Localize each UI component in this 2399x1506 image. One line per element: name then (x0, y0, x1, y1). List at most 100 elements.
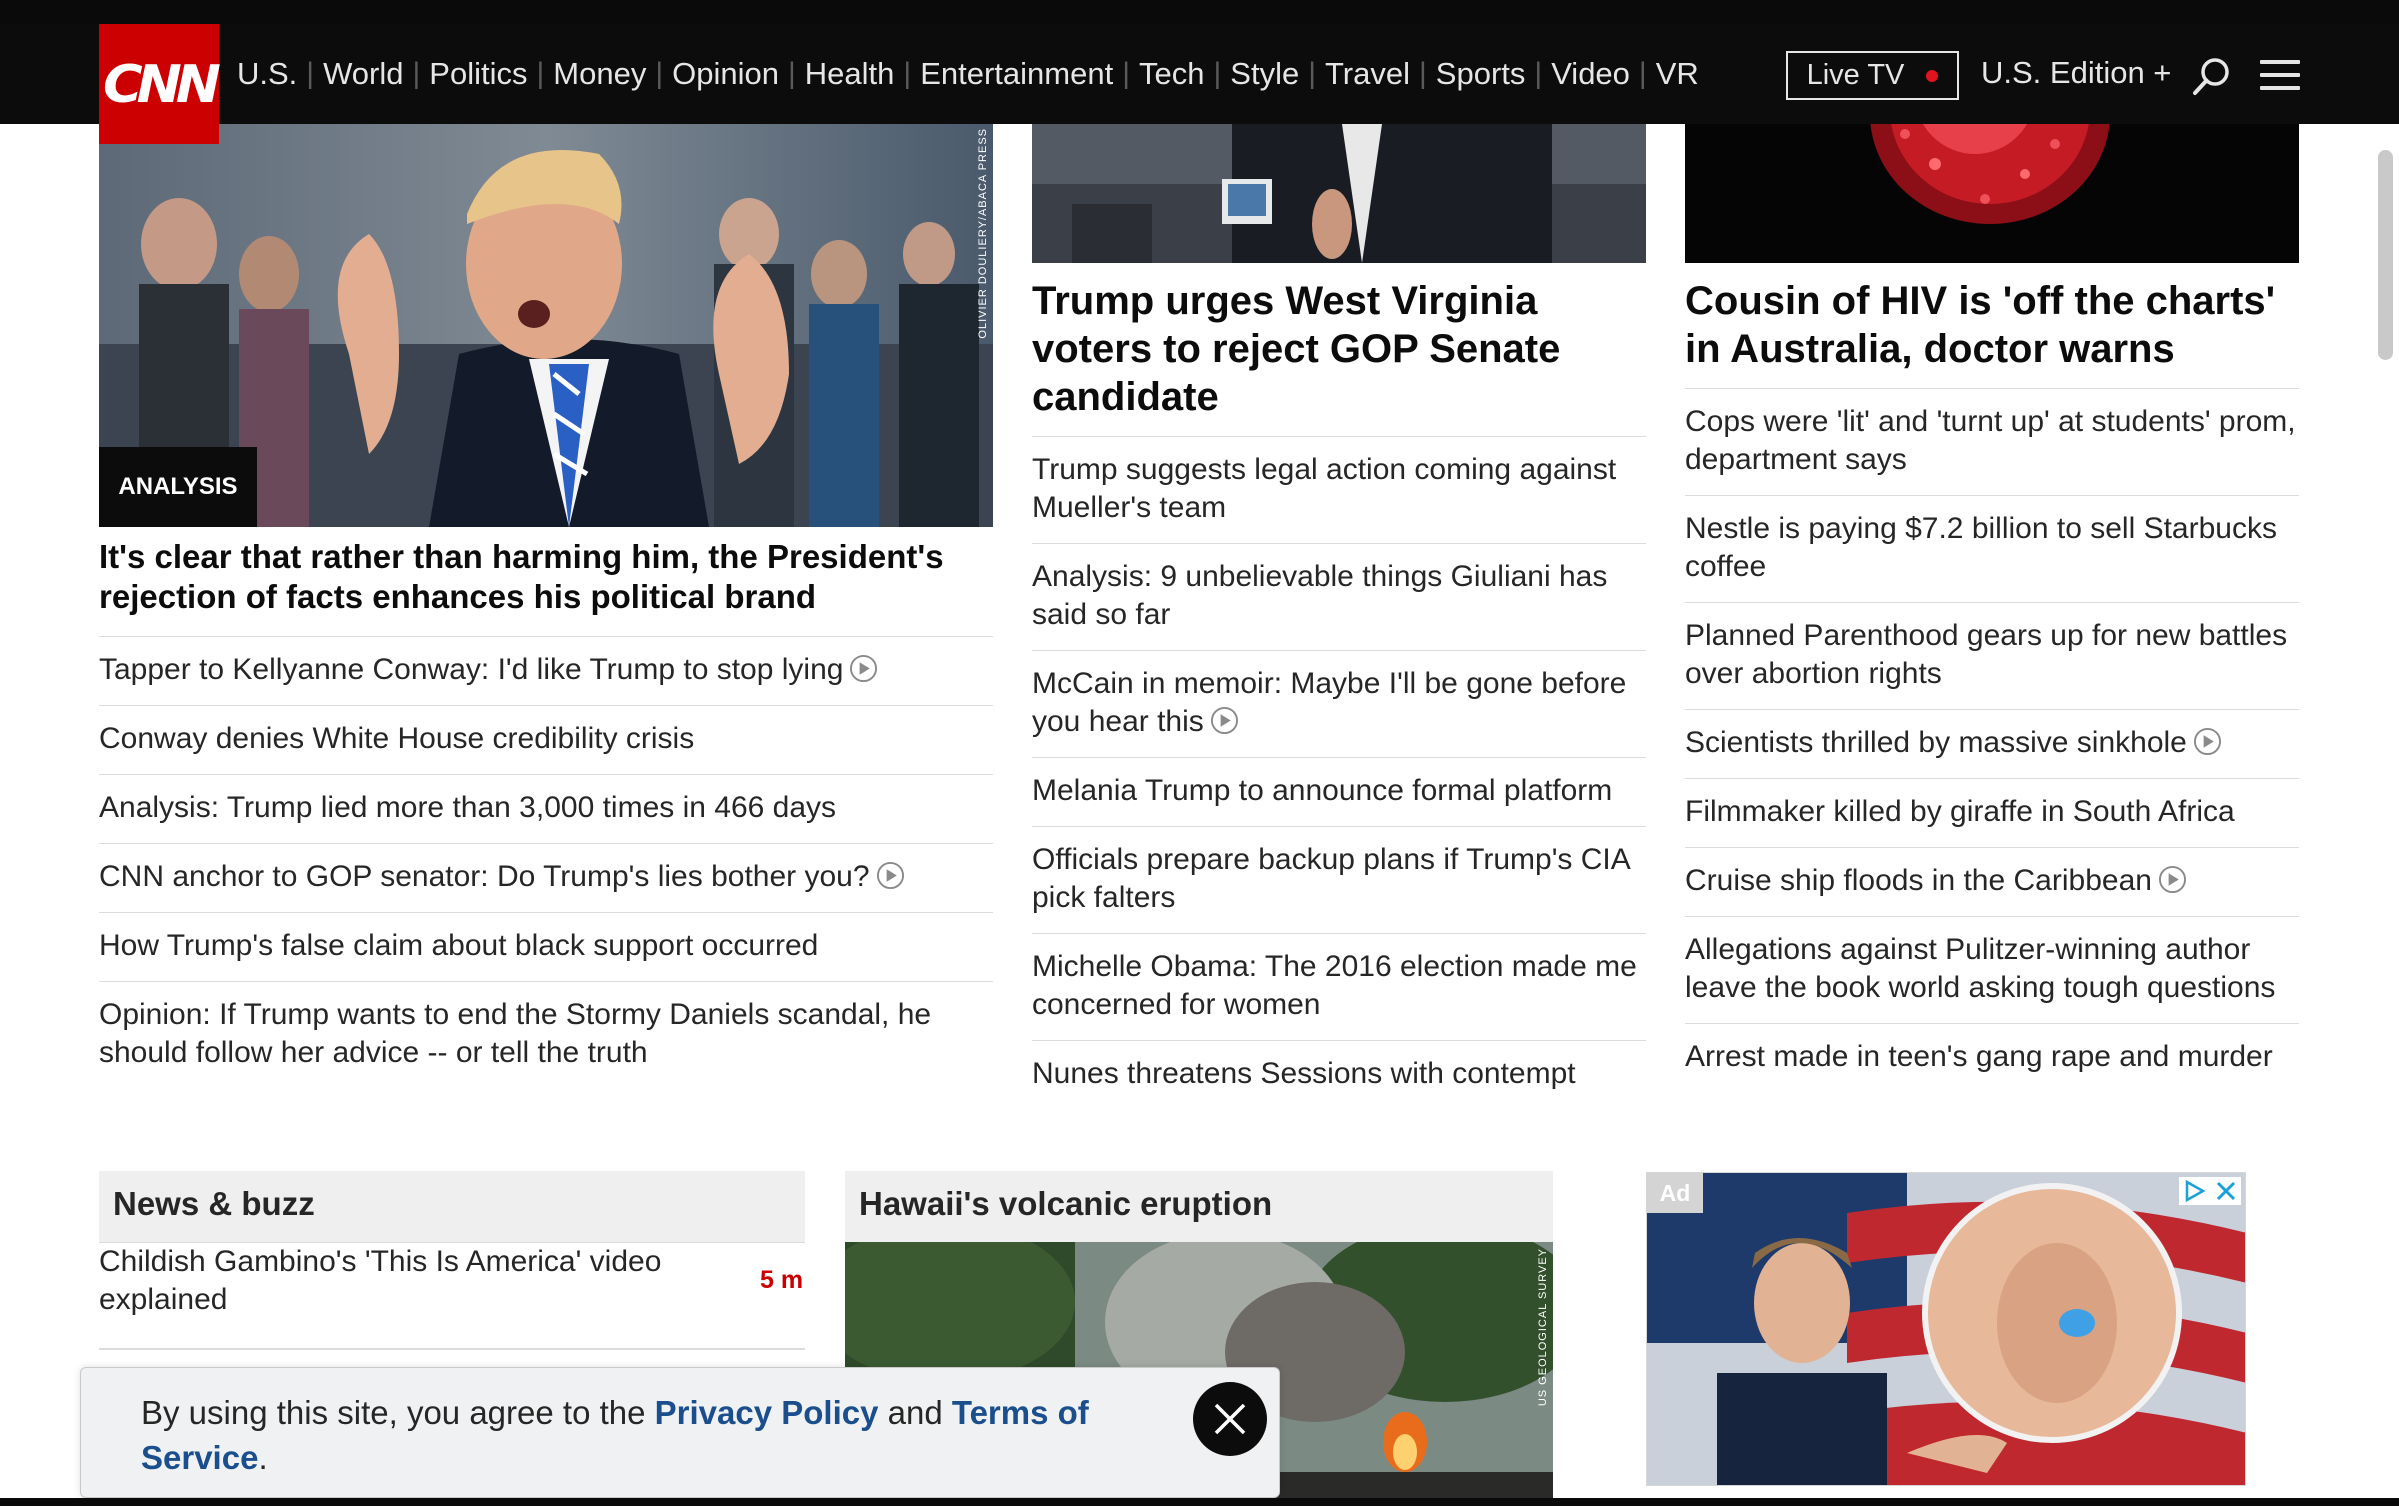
nav-separator: | (655, 57, 664, 90)
col2-story-list: Trump suggests legal action coming again… (1032, 436, 1646, 1109)
story-item[interactable]: How Trump's false claim about black supp… (99, 912, 993, 981)
ad-label: Ad (1647, 1173, 1703, 1213)
nav-link-opinion[interactable]: Opinion (672, 56, 779, 92)
story-item[interactable]: Arrest made in teen's gang rape and murd… (1685, 1023, 2299, 1092)
cookie-close-button[interactable] (1193, 1382, 1267, 1456)
ad-image (1647, 1173, 2245, 1485)
story-headline: Tapper to Kellyanne Conway: I'd like Tru… (99, 653, 844, 686)
privacy-policy-link[interactable]: Privacy Policy (655, 1394, 879, 1431)
story-item[interactable]: Officials prepare backup plans if Trump'… (1032, 826, 1646, 933)
col3-image-virus[interactable] (1685, 124, 2299, 263)
nav-link-money[interactable]: Money (553, 56, 646, 92)
search-icon[interactable] (2192, 56, 2232, 96)
nav-separator: | (1308, 57, 1316, 90)
story-item[interactable]: Nestle is paying $7.2 billion to sell St… (1685, 495, 2299, 602)
story-headline: Officials prepare backup plans if Trump'… (1032, 843, 1630, 914)
col3-story-list: Cops were 'lit' and 'turnt up' at studen… (1685, 388, 2299, 1092)
nav-link-world[interactable]: World (323, 56, 403, 92)
col2-image[interactable] (1032, 124, 1646, 263)
browser-top-strip (0, 0, 2399, 24)
story-headline: Cruise ship floods in the Caribbean (1685, 864, 2152, 897)
video-play-icon (1210, 706, 1238, 735)
col2-photo (1032, 124, 1646, 263)
nav-link-sports[interactable]: Sports (1436, 56, 1526, 92)
nav-link-tech[interactable]: Tech (1139, 56, 1204, 92)
story-item[interactable]: Trump suggests legal action coming again… (1032, 436, 1646, 543)
news-buzz-header[interactable]: News & buzz (99, 1171, 805, 1243)
story-item[interactable]: CNN anchor to GOP senator: Do Trump's li… (99, 843, 993, 912)
cookie-consent-text: By using this site, you agree to the Pri… (141, 1390, 1101, 1480)
story-headline: Arrest made in teen's gang rape and murd… (1685, 1040, 2273, 1073)
cnn-logo-text: CNN (102, 54, 221, 114)
story-headline: Planned Parenthood gears up for new batt… (1685, 619, 2288, 690)
story-headline: Analysis: 9 unbelievable things Giuliani… (1032, 560, 1608, 631)
story-headline: Scientists thrilled by massive sinkhole (1685, 726, 2187, 759)
cookie-text-prefix: By using this site, you agree to the (141, 1394, 655, 1431)
nav-link-travel[interactable]: Travel (1325, 56, 1410, 92)
story-item[interactable]: Analysis: Trump lied more than 3,000 tim… (99, 774, 993, 843)
cookie-consent-banner: By using this site, you agree to the Pri… (80, 1367, 1280, 1498)
col1-story-list: Tapper to Kellyanne Conway: I'd like Tru… (99, 636, 993, 1088)
cookie-text-middle: and (878, 1394, 952, 1431)
col2-headline[interactable]: Trump urges West Virginia voters to reje… (1032, 277, 1646, 421)
story-item[interactable]: McCain in memoir: Maybe I'll be gone bef… (1032, 650, 1646, 757)
story-item[interactable]: Cruise ship floods in the Caribbean (1685, 847, 2299, 916)
page-scrollbar-thumb[interactable] (2378, 150, 2393, 360)
story-headline: Allegations against Pulitzer-winning aut… (1685, 933, 2276, 1004)
advertisement[interactable]: Ad (1646, 1172, 2246, 1486)
nav-link-u-s[interactable]: U.S. (237, 56, 297, 92)
live-indicator-dot (1926, 69, 1939, 82)
video-play-icon (850, 654, 878, 683)
hero-headline[interactable]: It's clear that rather than harming him,… (99, 537, 993, 617)
nav-separator: | (1638, 57, 1647, 90)
volcano-image-credit: US GEOLOGICAL SURVEY (1537, 1248, 1549, 1407)
hamburger-menu-icon[interactable] (2260, 60, 2300, 90)
live-tv-button[interactable]: Live TV (1786, 51, 1959, 100)
adchoices-icon[interactable] (2183, 1179, 2207, 1203)
browser-bottom-strip (0, 1498, 2399, 1506)
story-item[interactable]: Filmmaker killed by giraffe in South Afr… (1685, 778, 2299, 847)
story-item[interactable]: Nunes threatens Sessions with contempt (1032, 1040, 1646, 1109)
nav-separator: | (788, 57, 796, 90)
nav-separator: | (412, 57, 421, 90)
nav-separator: | (1213, 57, 1222, 90)
nav-link-video[interactable]: Video (1551, 56, 1630, 92)
story-headline: Filmmaker killed by giraffe in South Afr… (1685, 795, 2235, 828)
live-tv-label: Live TV (1806, 59, 1905, 91)
story-item[interactable]: Melania Trump to announce formal platfor… (1032, 757, 1646, 826)
story-item[interactable]: Analysis: 9 unbelievable things Giuliani… (1032, 543, 1646, 650)
edition-selector[interactable]: U.S. Edition + (1981, 55, 2171, 91)
video-play-icon (2193, 727, 2221, 756)
story-item[interactable]: Tapper to Kellyanne Conway: I'd like Tru… (99, 636, 993, 705)
story-item[interactable]: Opinion: If Trump wants to end the Storm… (99, 981, 993, 1088)
story-headline: Nunes threatens Sessions with contempt (1032, 1057, 1576, 1090)
video-play-icon (2158, 865, 2186, 894)
nav-link-vr[interactable]: VR (1656, 56, 1699, 92)
story-item[interactable]: Conway denies White House credibility cr… (99, 705, 993, 774)
story-headline: Melania Trump to announce formal platfor… (1032, 774, 1613, 807)
story-item[interactable]: Cops were 'lit' and 'turnt up' at studen… (1685, 388, 2299, 495)
story-item[interactable]: Scientists thrilled by massive sinkhole (1685, 709, 2299, 778)
buzz-story[interactable]: Childish Gambino's 'This Is America' vid… (99, 1243, 739, 1319)
nav-link-health[interactable]: Health (805, 56, 895, 92)
nav-link-politics[interactable]: Politics (429, 56, 527, 92)
story-headline: Cops were 'lit' and 'turnt up' at studen… (1685, 405, 2296, 476)
story-headline: Conway denies White House credibility cr… (99, 722, 695, 755)
volcano-header[interactable]: Hawaii's volcanic eruption (845, 1171, 1553, 1243)
cnn-logo[interactable]: CNN (99, 24, 221, 144)
nav-link-style[interactable]: Style (1230, 56, 1299, 92)
section-nav: U.S. | World | Politics | Money | Opinion | Health… (237, 24, 1699, 124)
story-item[interactable]: Allegations against Pulitzer-winning aut… (1685, 916, 2299, 1023)
nav-link-entertainment[interactable]: Entertainment (920, 56, 1113, 92)
story-item[interactable]: Michelle Obama: The 2016 election made m… (1032, 933, 1646, 1040)
ad-close-icon[interactable] (2215, 1180, 2237, 1202)
analysis-badge: ANALYSIS (99, 447, 257, 527)
adchoices-controls (2179, 1177, 2241, 1205)
nav-separator: | (1418, 57, 1427, 90)
story-item[interactable]: Planned Parenthood gears up for new batt… (1685, 602, 2299, 709)
divider (99, 1348, 805, 1350)
close-icon (1214, 1403, 1246, 1435)
col3-headline[interactable]: Cousin of HIV is 'off the charts' in Aus… (1685, 277, 2299, 373)
nav-separator: | (536, 57, 545, 90)
story-headline: CNN anchor to GOP senator: Do Trump's li… (99, 860, 870, 893)
